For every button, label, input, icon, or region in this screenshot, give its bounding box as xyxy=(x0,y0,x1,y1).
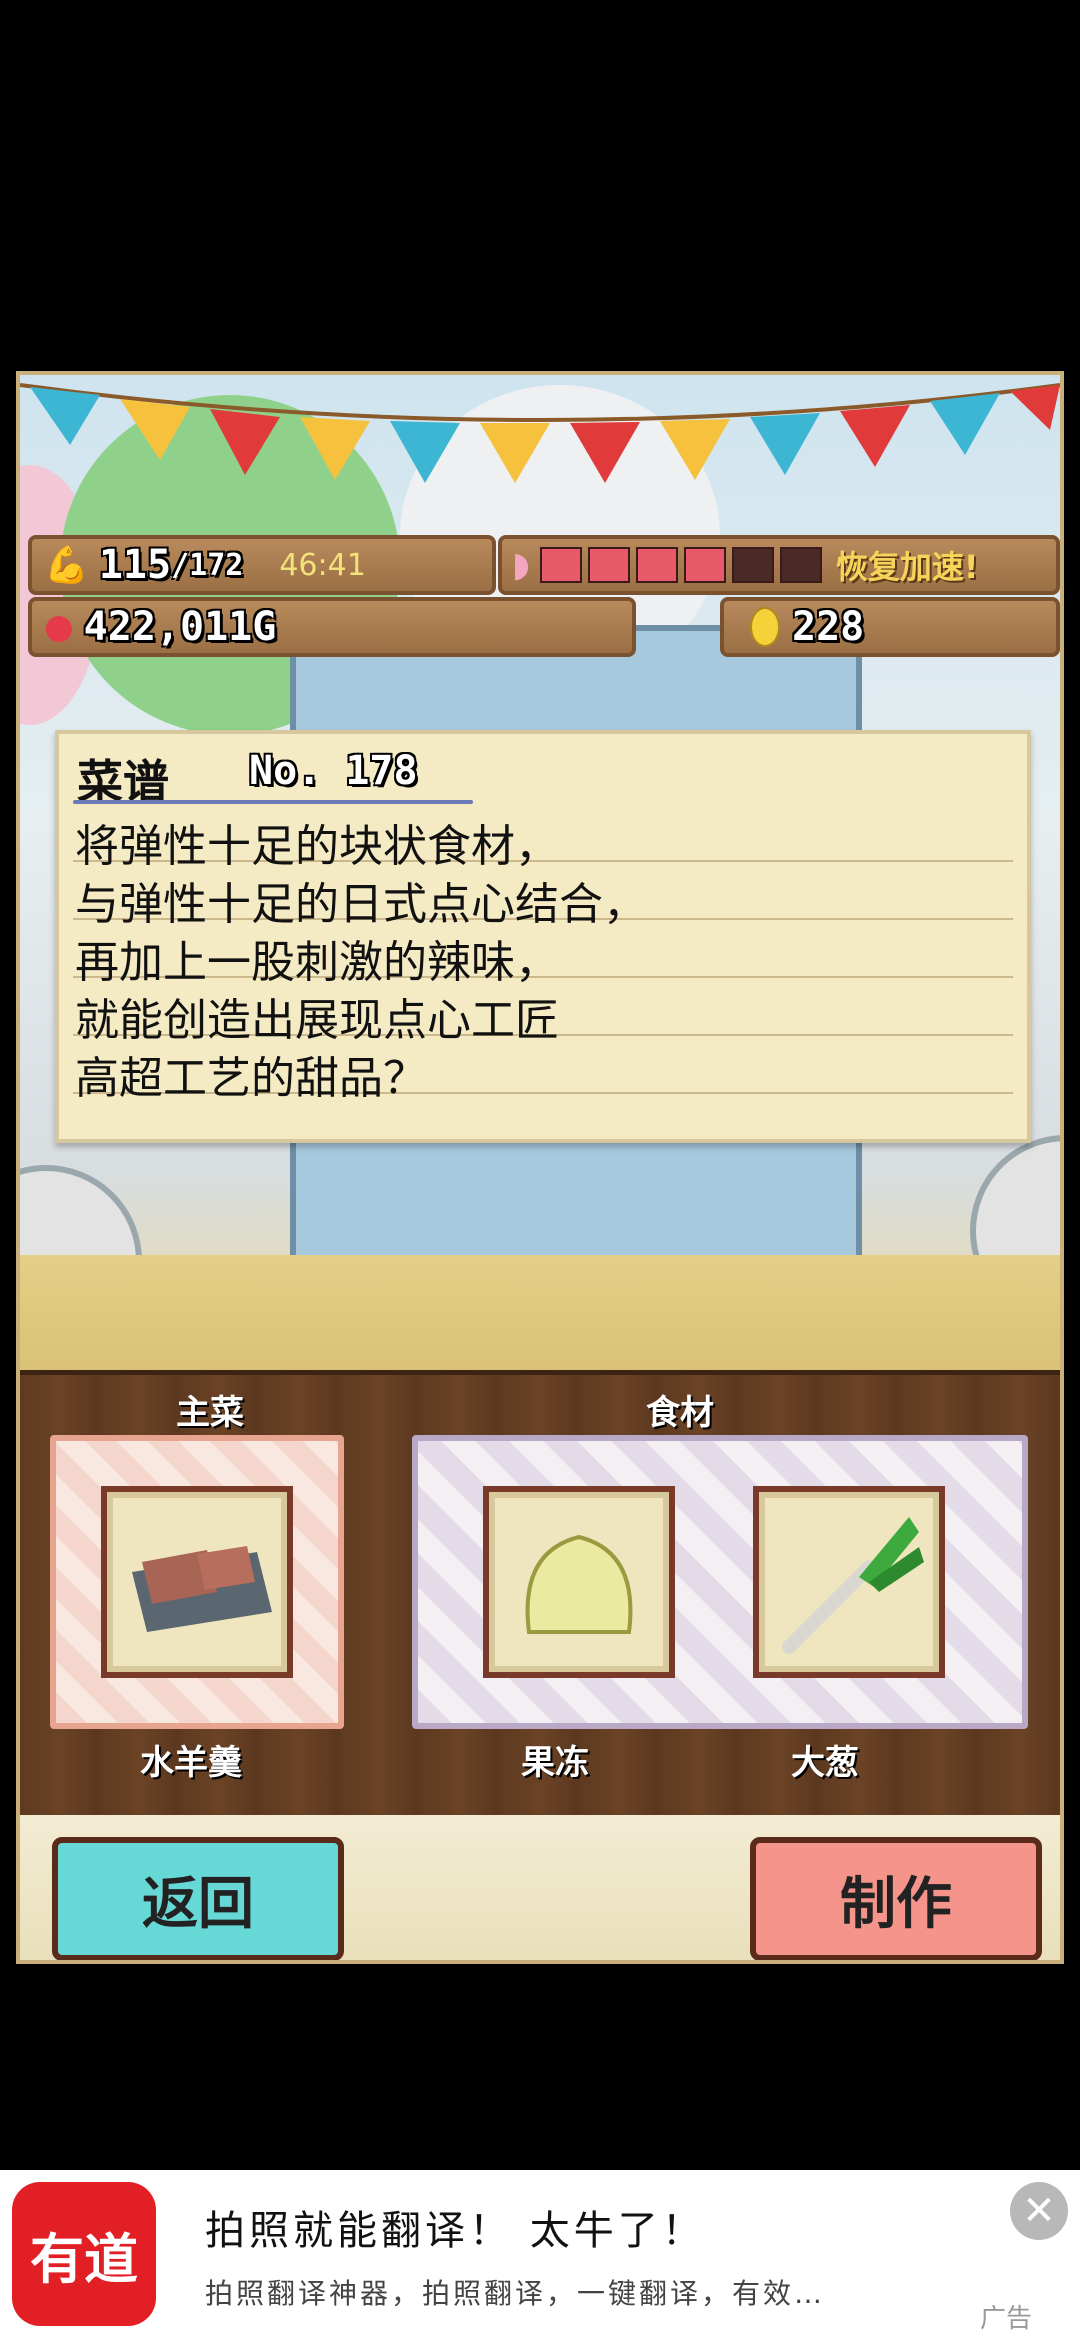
ad-description[interactable]: 拍照翻译神器，拍照翻译，一键翻译，有效… xyxy=(205,2272,825,2312)
close-icon[interactable]: ✕ xyxy=(1010,2182,1068,2240)
bunting-flags xyxy=(20,383,1060,483)
green-onion-icon xyxy=(782,1517,924,1654)
hunger-segment xyxy=(587,547,630,583)
stamina-current: 115 xyxy=(98,542,172,588)
ingredient-panel: 主菜 食材 水羊羹 果冻 大葱 xyxy=(20,1370,1060,1820)
stamina-icon: 💪 xyxy=(44,545,89,586)
main-item-name: 水羊羹 xyxy=(140,1743,242,1783)
recipe-title-underline xyxy=(73,800,473,804)
jelly-icon xyxy=(525,1534,633,1634)
recover-speed-label[interactable]: 恢复加速! xyxy=(836,542,979,588)
stamina-timer: 46:41 xyxy=(279,547,366,583)
youdao-logo[interactable]: 有道 xyxy=(12,2182,156,2326)
hunger-segments xyxy=(539,547,828,583)
ingredient-1-frame[interactable] xyxy=(483,1486,675,1678)
hunger-segment xyxy=(683,547,726,583)
hunger-segment xyxy=(635,547,678,583)
game-screen: 💪 115 /172 46:41 ◗ 恢复加速! ● 422,011G 228 … xyxy=(20,375,1060,1960)
money-bar: ● 422,011G xyxy=(28,597,636,657)
hunger-segment xyxy=(731,547,774,583)
ingredient-1-name: 果冻 xyxy=(521,1743,589,1783)
recipe-line: 就能创造出展现点心工匠 xyxy=(75,995,559,1046)
recipe-line: 将弹性十足的块状食材， xyxy=(75,821,559,872)
main-dish-slot[interactable] xyxy=(50,1435,344,1729)
egg-bar: 228 xyxy=(720,597,1060,657)
main-item-frame[interactable] xyxy=(101,1486,293,1678)
ingredients-slot[interactable] xyxy=(412,1435,1028,1729)
grass xyxy=(20,1255,1060,1370)
yokan-icon xyxy=(132,1546,272,1632)
stamina-max: /172 xyxy=(171,547,244,583)
make-button[interactable]: 制作 xyxy=(750,1837,1042,1960)
money-value: 422,011G xyxy=(83,604,277,650)
recipe-card: 菜谱 No. 178 将弹性十足的块状食材， 与弹性十足的日式点心结合， 再加上… xyxy=(55,730,1031,1143)
main-dish-header: 主菜 xyxy=(176,1393,244,1433)
stamina-bar: 💪 115 /172 46:41 xyxy=(28,535,496,595)
ad-banner[interactable]: 有道 拍照就能翻译！ 太牛了！ 拍照翻译神器，拍照翻译，一键翻译，有效… ✕ 广… xyxy=(0,2170,1080,2340)
recipe-line: 高超工艺的甜品？ xyxy=(75,1053,427,1104)
ingredient-2-name: 大葱 xyxy=(791,1743,859,1783)
purse-icon: ● xyxy=(44,607,74,647)
egg-icon xyxy=(750,607,780,647)
hunger-bar: ◗ 恢复加速! xyxy=(498,535,1060,595)
ad-tag: 广告 xyxy=(980,2304,1033,2334)
stomach-icon: ◗ xyxy=(512,545,530,585)
recipe-line: 再加上一股刺激的辣味， xyxy=(75,937,559,988)
ad-title[interactable]: 拍照就能翻译！ 太牛了！ xyxy=(205,2198,706,2256)
hunger-segment xyxy=(539,547,582,583)
back-button[interactable]: 返回 xyxy=(52,1837,344,1960)
ingredient-2-frame[interactable] xyxy=(753,1486,945,1678)
recipe-number: No. 178 xyxy=(249,748,418,794)
hunger-segment xyxy=(779,547,822,583)
egg-count: 228 xyxy=(792,604,865,650)
ingredients-header: 食材 xyxy=(646,1393,714,1433)
recipe-line: 与弹性十足的日式点心结合， xyxy=(75,879,647,930)
